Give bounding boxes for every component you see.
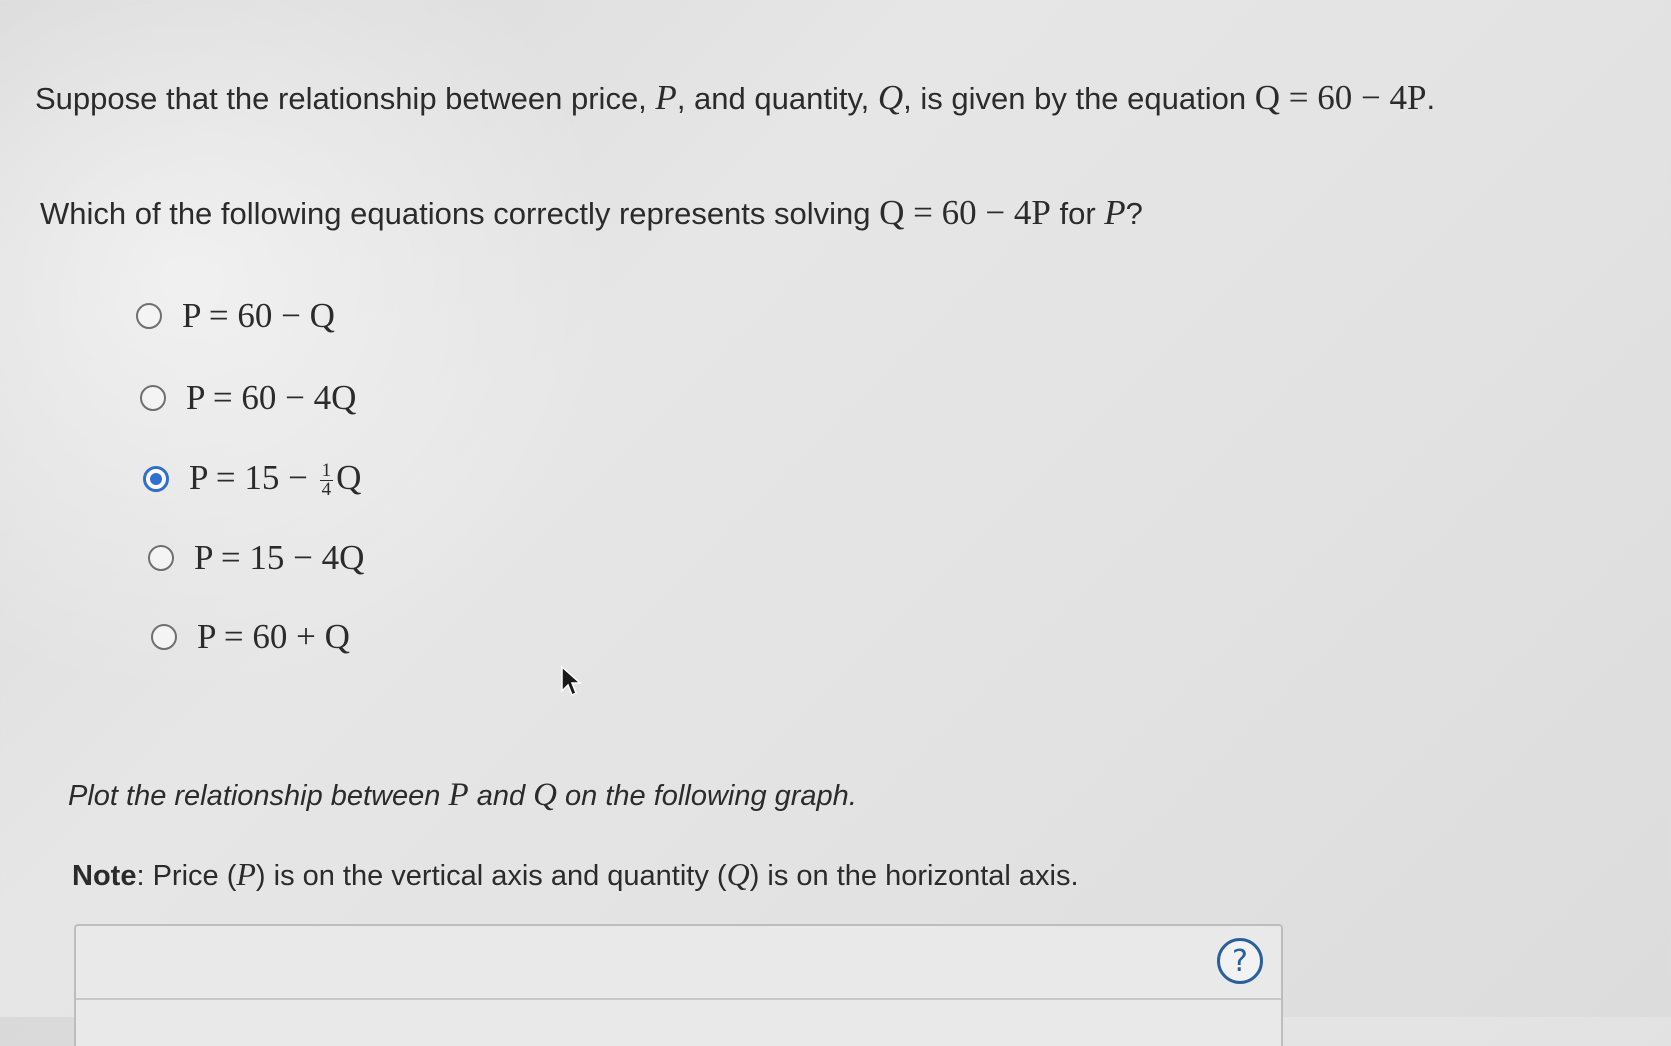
answer-option-1[interactable]: P = 60 − Q	[136, 296, 335, 336]
option-3-suffix: Q	[336, 458, 362, 497]
option-3-label: P = 15 − 14Q	[189, 458, 361, 499]
note-text-2: ) is on the vertical axis and quantity (	[255, 860, 727, 892]
option-1-label: P = 60 − Q	[182, 296, 335, 335]
answer-option-5[interactable]: P = 60 + Q	[151, 617, 350, 657]
intro-suffix: .	[1426, 81, 1436, 116]
radio-button-5[interactable]	[151, 624, 177, 650]
answer-option-2[interactable]: P = 60 − 4Q	[140, 378, 356, 418]
option-2-label: P = 60 − 4Q	[186, 378, 357, 417]
note-text-1: : Price (	[136, 860, 237, 892]
intro-mid1: , and quantity,	[676, 81, 878, 116]
axis-note: Note: Price (P) is on the vertical axis …	[72, 856, 1079, 893]
plot-suffix: on the following graph.	[557, 780, 857, 812]
graph-panel[interactable]: ?	[74, 924, 1283, 1046]
mouse-pointer-icon	[561, 665, 582, 697]
radio-button-3-selected[interactable]	[143, 465, 169, 492]
plot-var-q: Q	[533, 777, 557, 813]
radio-button-2[interactable]	[140, 385, 166, 411]
option-3-prefix: P = 15 −	[189, 458, 317, 497]
plot-var-p: P	[448, 777, 469, 813]
question-var-p: P	[1104, 193, 1126, 232]
note-text-3: ) is on the horizontal axis.	[749, 860, 1079, 892]
option-3-fraction: 14	[319, 461, 334, 501]
intro-var-p: P	[655, 78, 677, 117]
graph-panel-divider	[76, 998, 1281, 1000]
plot-prefix: Plot the relationship between	[68, 780, 449, 812]
radio-button-4[interactable]	[148, 545, 174, 571]
help-button[interactable]: ?	[1217, 938, 1263, 984]
intro-mid2: , is given by the equation	[903, 81, 1255, 116]
question-prefix: Which of the following equations correct…	[40, 196, 880, 231]
note-var-q: Q	[726, 856, 750, 892]
note-var-p: P	[236, 856, 256, 892]
intro-var-q: Q	[877, 78, 904, 117]
intro-equation: Q = 60 − 4P	[1254, 78, 1427, 117]
question-text: Which of the following equations correct…	[40, 193, 1143, 233]
fraction-denominator: 4	[321, 479, 332, 501]
question-equation: Q = 60 − 4P	[879, 193, 1051, 232]
answer-option-3[interactable]: P = 15 − 14Q	[143, 458, 361, 499]
question-circle-icon: ?	[1232, 943, 1248, 979]
plot-mid: and	[468, 780, 534, 812]
question-mid: for	[1050, 196, 1105, 231]
intro-text: Suppose that the relationship between pr…	[35, 78, 1435, 118]
radio-button-1[interactable]	[136, 303, 162, 329]
question-suffix: ?	[1125, 196, 1143, 231]
answer-option-4[interactable]: P = 15 − 4Q	[148, 538, 364, 578]
intro-prefix: Suppose that the relationship between pr…	[35, 81, 656, 116]
option-4-label: P = 15 − 4Q	[194, 538, 365, 577]
plot-instruction: Plot the relationship between P and Q on…	[68, 777, 857, 814]
option-5-label: P = 60 + Q	[197, 617, 350, 656]
note-label: Note	[72, 860, 137, 892]
